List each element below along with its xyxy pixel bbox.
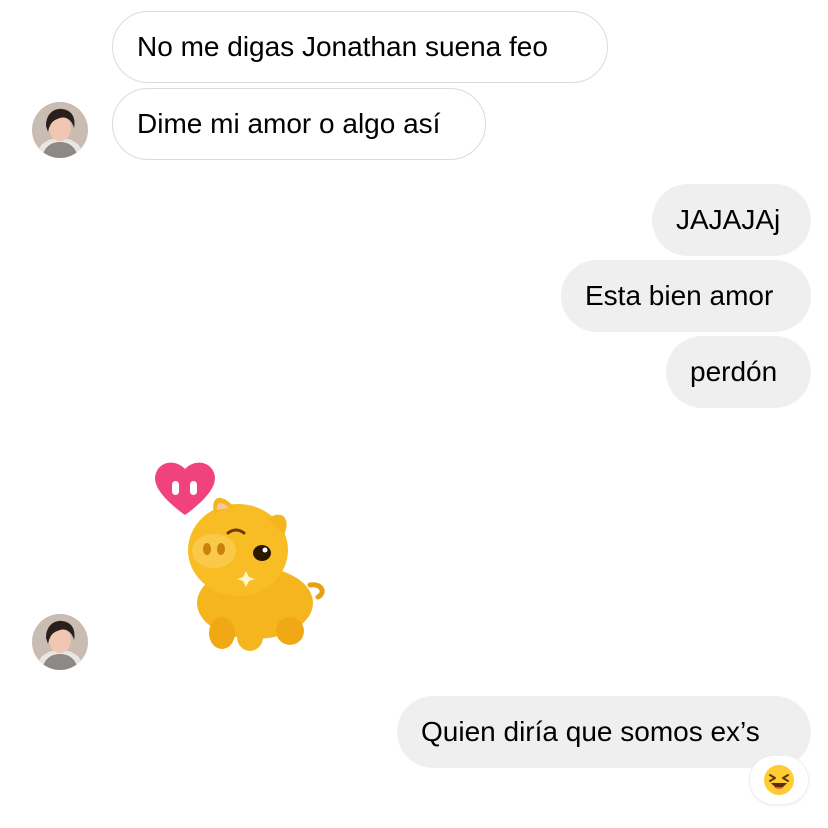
contact-avatar[interactable]	[32, 614, 88, 670]
message-reaction[interactable]	[750, 756, 808, 804]
incoming-message-bubble[interactable]: Dime mi amor o algo así	[112, 88, 486, 160]
avatar-photo	[32, 614, 88, 670]
message-text: JAJAJAj	[676, 204, 781, 235]
message-text: No me digas Jonathan suena feo	[137, 31, 548, 62]
outgoing-message-bubble[interactable]: JAJAJAj	[652, 184, 811, 256]
message-text: perdón	[690, 356, 778, 387]
message-text: Quien diría que somos ex’s	[421, 716, 760, 747]
incoming-message-bubble[interactable]: No me digas Jonathan suena feo	[112, 11, 608, 83]
outgoing-message-bubble[interactable]: perdón	[666, 336, 811, 408]
outgoing-message-bubble[interactable]: Esta bien amor	[561, 260, 811, 332]
avatar-photo	[32, 102, 88, 158]
laughing-face-emoji-icon	[764, 765, 794, 795]
pig-with-heart-sticker[interactable]	[150, 455, 330, 655]
message-text: Dime mi amor o algo así	[137, 108, 441, 139]
message-text: Esta bien amor	[585, 280, 774, 311]
pig-sticker-icon	[155, 462, 325, 651]
contact-avatar[interactable]	[32, 102, 88, 158]
outgoing-message-bubble[interactable]: Quien diría que somos ex’s	[397, 696, 811, 768]
